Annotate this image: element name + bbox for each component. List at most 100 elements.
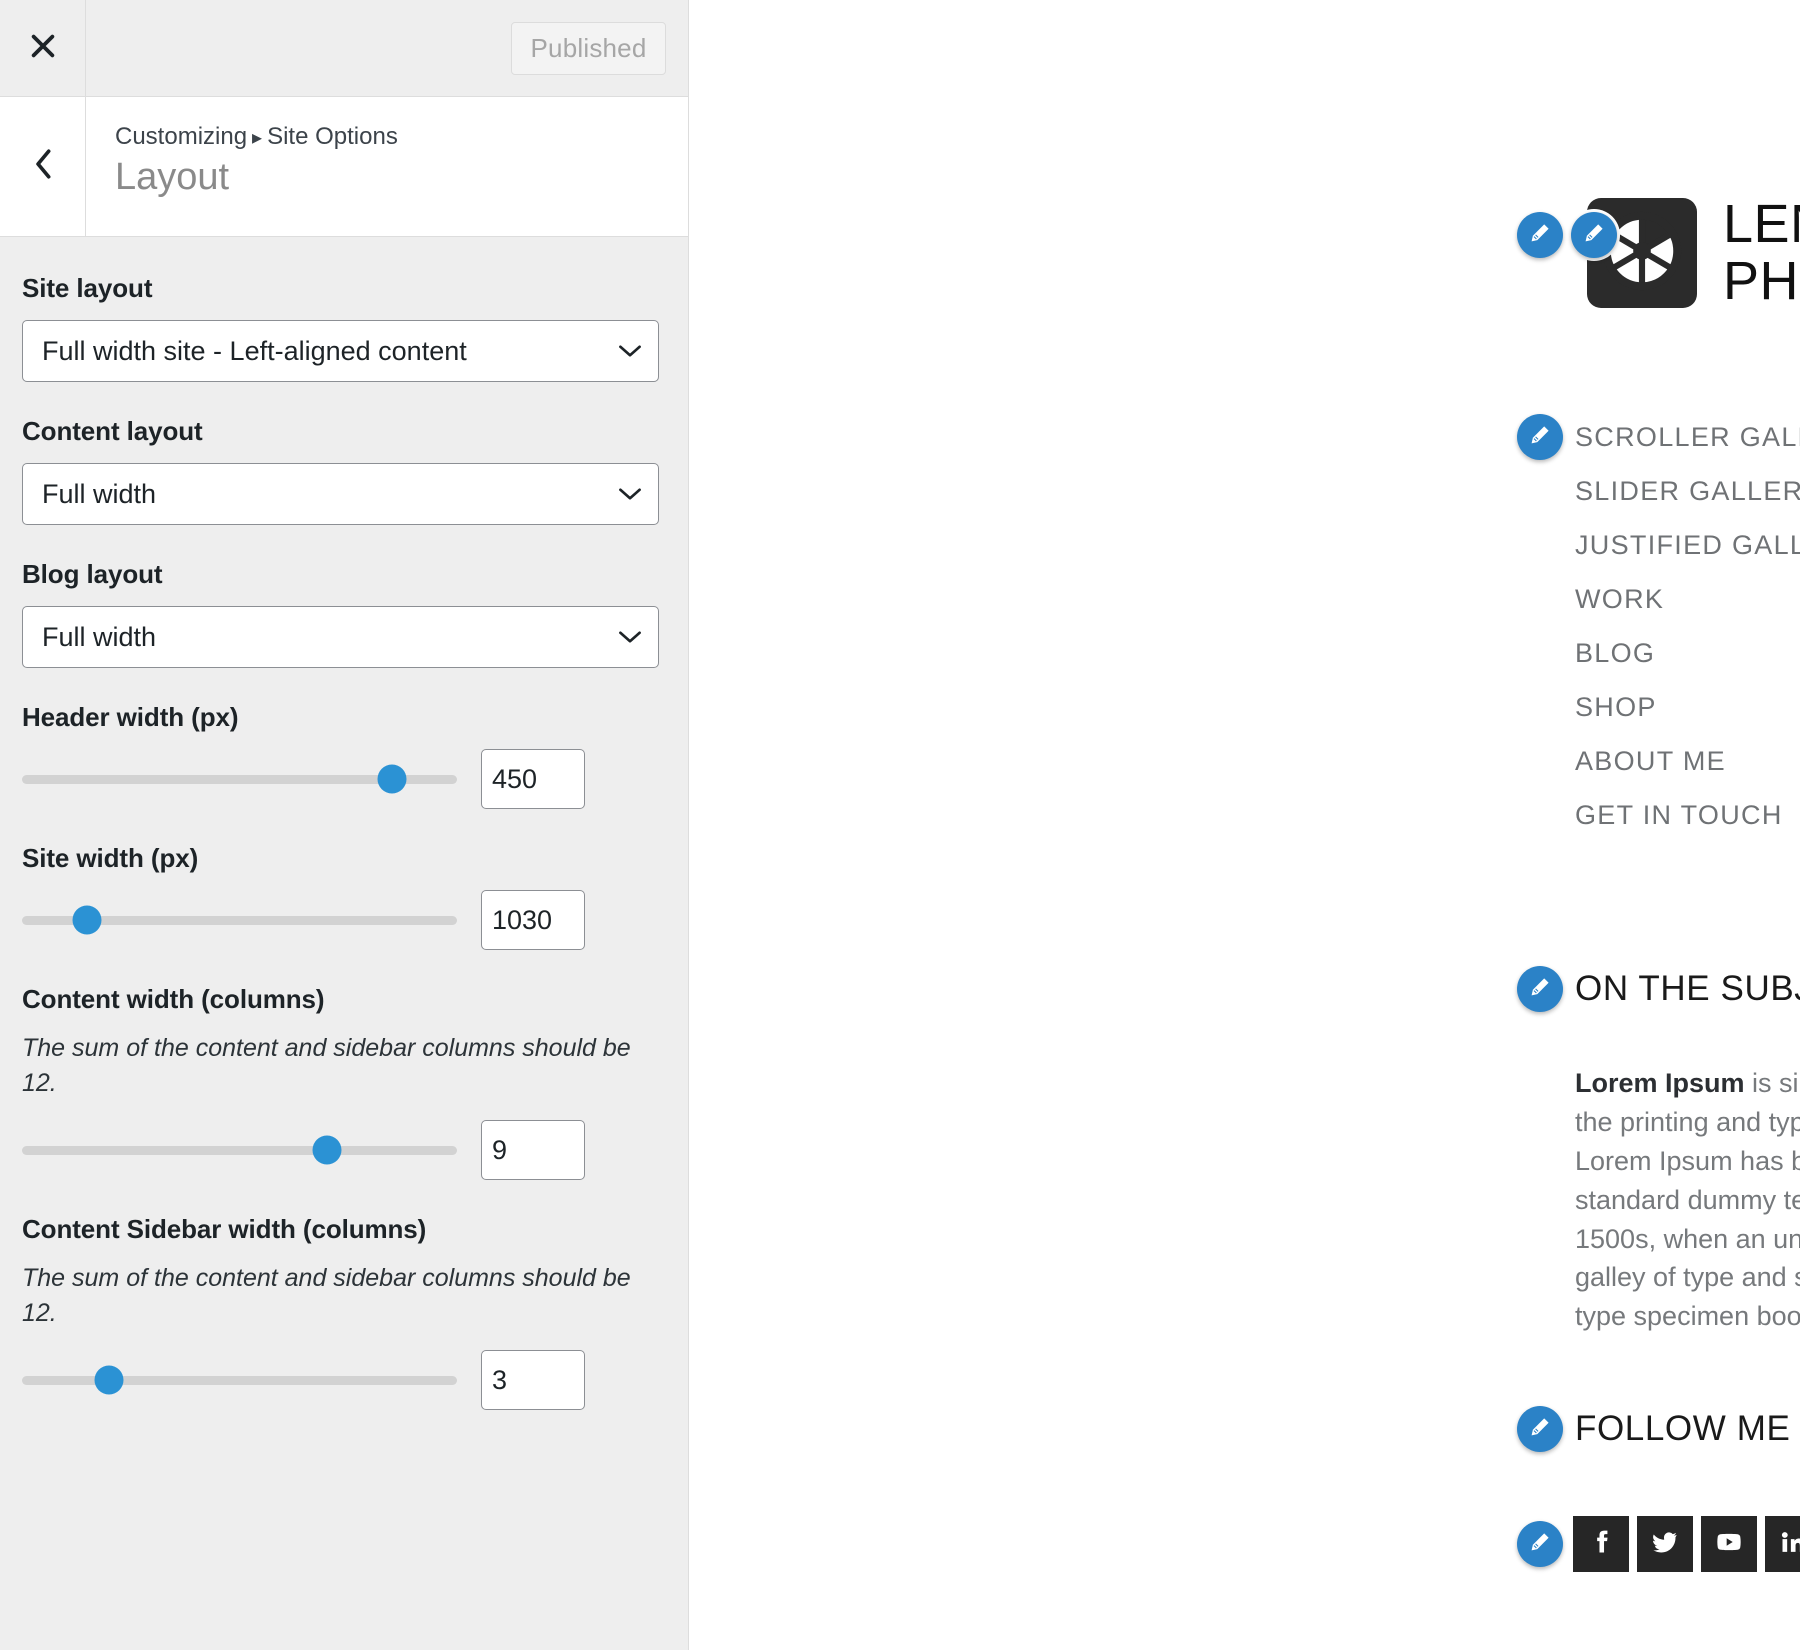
breadcrumb-separator-icon: ▸ [252, 127, 263, 149]
edit-logo-button[interactable] [1571, 212, 1617, 258]
nav-item-label: SCROLLER GALLERY [1575, 421, 1800, 452]
about-paragraph: Lorem Ipsum is simply dummy text of the … [1575, 1064, 1800, 1336]
customizer-screen: Published Customizing ▸ Site Options Layou… [0, 0, 1800, 1650]
nav-item-label: JUSTIFIED GALLERY [1575, 529, 1800, 560]
content-layout-select-value[interactable]: Full width [22, 463, 659, 525]
control-description: The sum of the content and sidebar colum… [22, 1034, 631, 1097]
page-title: Layout [115, 156, 230, 198]
nav-item-label: GET IN TOUCH [1575, 799, 1783, 830]
pencil-edit-icon [1528, 1415, 1552, 1444]
control-label: Content layout [22, 416, 203, 446]
about-widget: ON THE SUBJECT OF ME Lorem Ipsum is simp… [1517, 940, 1800, 1363]
site-title: LENSE PHOTOGRAPHY [1723, 194, 1800, 312]
control-description: The sum of the content and sidebar colum… [22, 1264, 631, 1327]
header-width-input[interactable]: 450 [481, 749, 585, 809]
control-label: Site layout [22, 273, 153, 303]
edit-site-identity-button[interactable] [1517, 212, 1563, 258]
control-label: Content Sidebar width (columns) [22, 1214, 427, 1244]
panel-heading-group: Customizing ▸ Site Options Layout [86, 97, 688, 236]
slider-track [22, 1375, 457, 1385]
published-button[interactable]: Published [511, 21, 666, 75]
edit-about-widget-button[interactable] [1517, 966, 1563, 1013]
about-paragraph-lead: Lorem Ipsum [1575, 1068, 1745, 1099]
breadcrumb-root: Customizing [115, 123, 248, 150]
control-label: Blog layout [22, 559, 163, 589]
pencil-edit-icon [1528, 1530, 1552, 1559]
back-button[interactable] [0, 97, 86, 236]
site-layout-select[interactable]: Full width site - Left-aligned content [22, 320, 659, 382]
follow-heading: FOLLOW ME [1575, 1409, 1791, 1449]
twitter-icon [1651, 1528, 1679, 1561]
breadcrumb-section: Site Options [267, 123, 398, 150]
topbar-actions: Published [86, 0, 688, 96]
customizer-header: Customizing ▸ Site Options Layout [0, 97, 688, 237]
slider-thumb[interactable] [377, 764, 407, 794]
control-blog-layout: Blog layout Full width [22, 559, 666, 668]
about-heading: ON THE SUBJECT OF ME [1575, 969, 1800, 1009]
nav-item-about-me[interactable]: ABOUT ME [1517, 736, 1800, 786]
content-layout-select[interactable]: Full width [22, 463, 659, 525]
control-label: Content width (columns) [22, 984, 325, 1014]
pencil-edit-icon [1528, 423, 1552, 452]
nav-item-justified-gallery[interactable]: JUSTIFIED GALLERY [1517, 520, 1800, 570]
social-link-twitter[interactable] [1637, 1516, 1693, 1573]
site-preview: LENSE PHOTOGRAPHY SCROLLER [689, 0, 1800, 1650]
nav-item-get-in-touch[interactable]: GET IN TOUCH [1517, 790, 1800, 840]
edit-menu-button[interactable] [1517, 414, 1563, 460]
content-width-slider[interactable] [22, 1130, 457, 1170]
pencil-edit-icon [1528, 975, 1552, 1004]
linkedin-icon [1779, 1528, 1800, 1561]
site-layout-select-value[interactable]: Full width site - Left-aligned content [22, 320, 659, 382]
youtube-icon [1715, 1528, 1743, 1561]
follow-widget: FOLLOW ME [1517, 1380, 1800, 1573]
social-link-linkedin[interactable] [1765, 1516, 1800, 1573]
blog-layout-select-value[interactable]: Full width [22, 606, 659, 668]
nav-item-label: SLIDER GALLERY [1575, 475, 1800, 506]
control-site-layout: Site layout Full width site - Left-align… [22, 273, 666, 382]
slider-thumb[interactable] [312, 1135, 341, 1165]
social-links-row [1517, 1516, 1800, 1573]
logo-edit-bubbles [1517, 212, 1617, 258]
chevron-left-icon [30, 147, 56, 186]
slider-thumb[interactable] [72, 905, 102, 935]
follow-heading-row: FOLLOW ME [1517, 1380, 1800, 1478]
control-label: Site width (px) [22, 843, 199, 873]
nav-item-shop[interactable]: SHOP [1517, 682, 1800, 732]
nav-item-work[interactable]: WORK › [1517, 574, 1800, 624]
nav-item-label: BLOG [1575, 637, 1656, 668]
social-link-youtube[interactable] [1701, 1516, 1757, 1573]
social-icon-list [1573, 1516, 1800, 1573]
site-width-slider[interactable] [22, 900, 457, 940]
edit-social-widget-button[interactable] [1517, 1521, 1563, 1568]
blog-layout-select[interactable]: Full width [22, 606, 659, 668]
header-width-slider[interactable] [22, 759, 457, 799]
site-title-line2: PHOTOGRAPHY [1723, 251, 1800, 312]
slider-thumb[interactable] [94, 1365, 124, 1395]
nav-item-label: SHOP [1575, 691, 1657, 722]
close-customizer-button[interactable] [0, 0, 86, 96]
slider-row: 9 [22, 1120, 666, 1180]
slider-row: 3 [22, 1350, 666, 1410]
nav-item-scroller-gallery[interactable]: SCROLLER GALLERY [1517, 412, 1800, 462]
nav-item-label: ABOUT ME [1575, 745, 1726, 776]
site-logo-block: LENSE PHOTOGRAPHY [1517, 194, 1800, 312]
pencil-edit-icon [1582, 221, 1606, 250]
site-title-line1: LENSE [1723, 194, 1800, 254]
preview-canvas: LENSE PHOTOGRAPHY SCROLLER [689, 0, 1800, 1650]
customizer-panel: Published Customizing ▸ Site Options Layou… [0, 0, 689, 1650]
social-link-facebook[interactable] [1573, 1516, 1629, 1573]
control-content-width: Content width (columns) The sum of the c… [22, 984, 666, 1180]
site-width-input[interactable]: 1030 [481, 890, 585, 950]
content-sidebar-width-slider[interactable] [22, 1360, 457, 1400]
edit-follow-widget-button[interactable] [1517, 1406, 1563, 1453]
about-heading-row: ON THE SUBJECT OF ME [1517, 940, 1800, 1038]
content-width-input[interactable]: 9 [481, 1120, 585, 1180]
close-icon [28, 31, 58, 66]
content-sidebar-width-input[interactable]: 3 [481, 1350, 585, 1410]
customizer-topbar: Published [0, 0, 688, 97]
nav-item-blog[interactable]: BLOG [1517, 628, 1800, 678]
nav-item-slider-gallery[interactable]: SLIDER GALLERY [1517, 466, 1800, 516]
slider-track [22, 1145, 457, 1155]
pencil-edit-icon [1528, 221, 1552, 250]
control-header-width: Header width (px) 450 [22, 702, 666, 809]
